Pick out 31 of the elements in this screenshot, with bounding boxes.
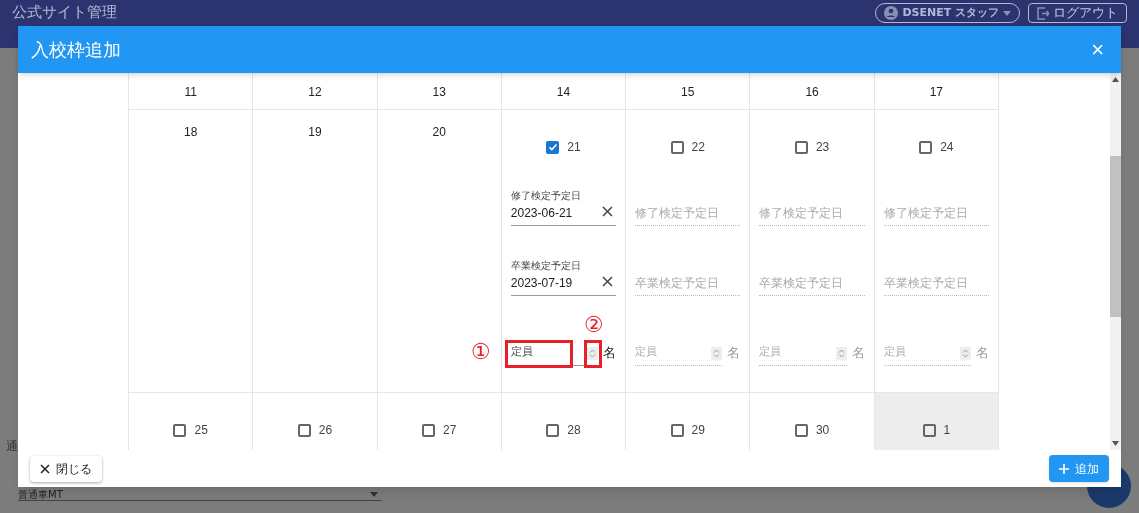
day-number: 11 (184, 84, 197, 101)
select-value: 普通車MT (18, 489, 63, 500)
day-number: 17 (929, 84, 943, 101)
day-number: 26 (318, 422, 333, 439)
day-number: 30 (815, 422, 830, 439)
day-number: 25 (194, 422, 208, 439)
day-number: 29 (691, 422, 705, 439)
day-number: 22 (691, 139, 705, 156)
app-title: 公式サイト管理 (12, 3, 117, 21)
field-label: 通 (6, 438, 18, 455)
day-number: 12 (308, 84, 322, 101)
day-number: 20 (432, 124, 446, 141)
annotation-number: ① (470, 341, 491, 363)
day-number: 18 (183, 124, 198, 141)
day-number: 27 (443, 422, 457, 439)
day-number: 23 (815, 139, 830, 156)
dialog-title: 入校枠追加 (31, 38, 121, 62)
day-number: 21 (567, 139, 581, 156)
unit-label: 名 (727, 343, 741, 362)
day-number: 14 (556, 84, 571, 101)
annotation-number: ② (583, 314, 604, 336)
unit-label: 名 (976, 343, 989, 362)
unit-label: 名 (603, 343, 617, 362)
day-number: 16 (805, 84, 819, 101)
day-number: 19 (308, 124, 322, 141)
day-number: 13 (432, 84, 446, 101)
day-number: 28 (567, 422, 581, 439)
unit-label: 名 (851, 343, 865, 362)
day-number: 1 (943, 422, 951, 439)
day-number: 24 (940, 139, 954, 156)
day-number: 15 (681, 84, 695, 101)
